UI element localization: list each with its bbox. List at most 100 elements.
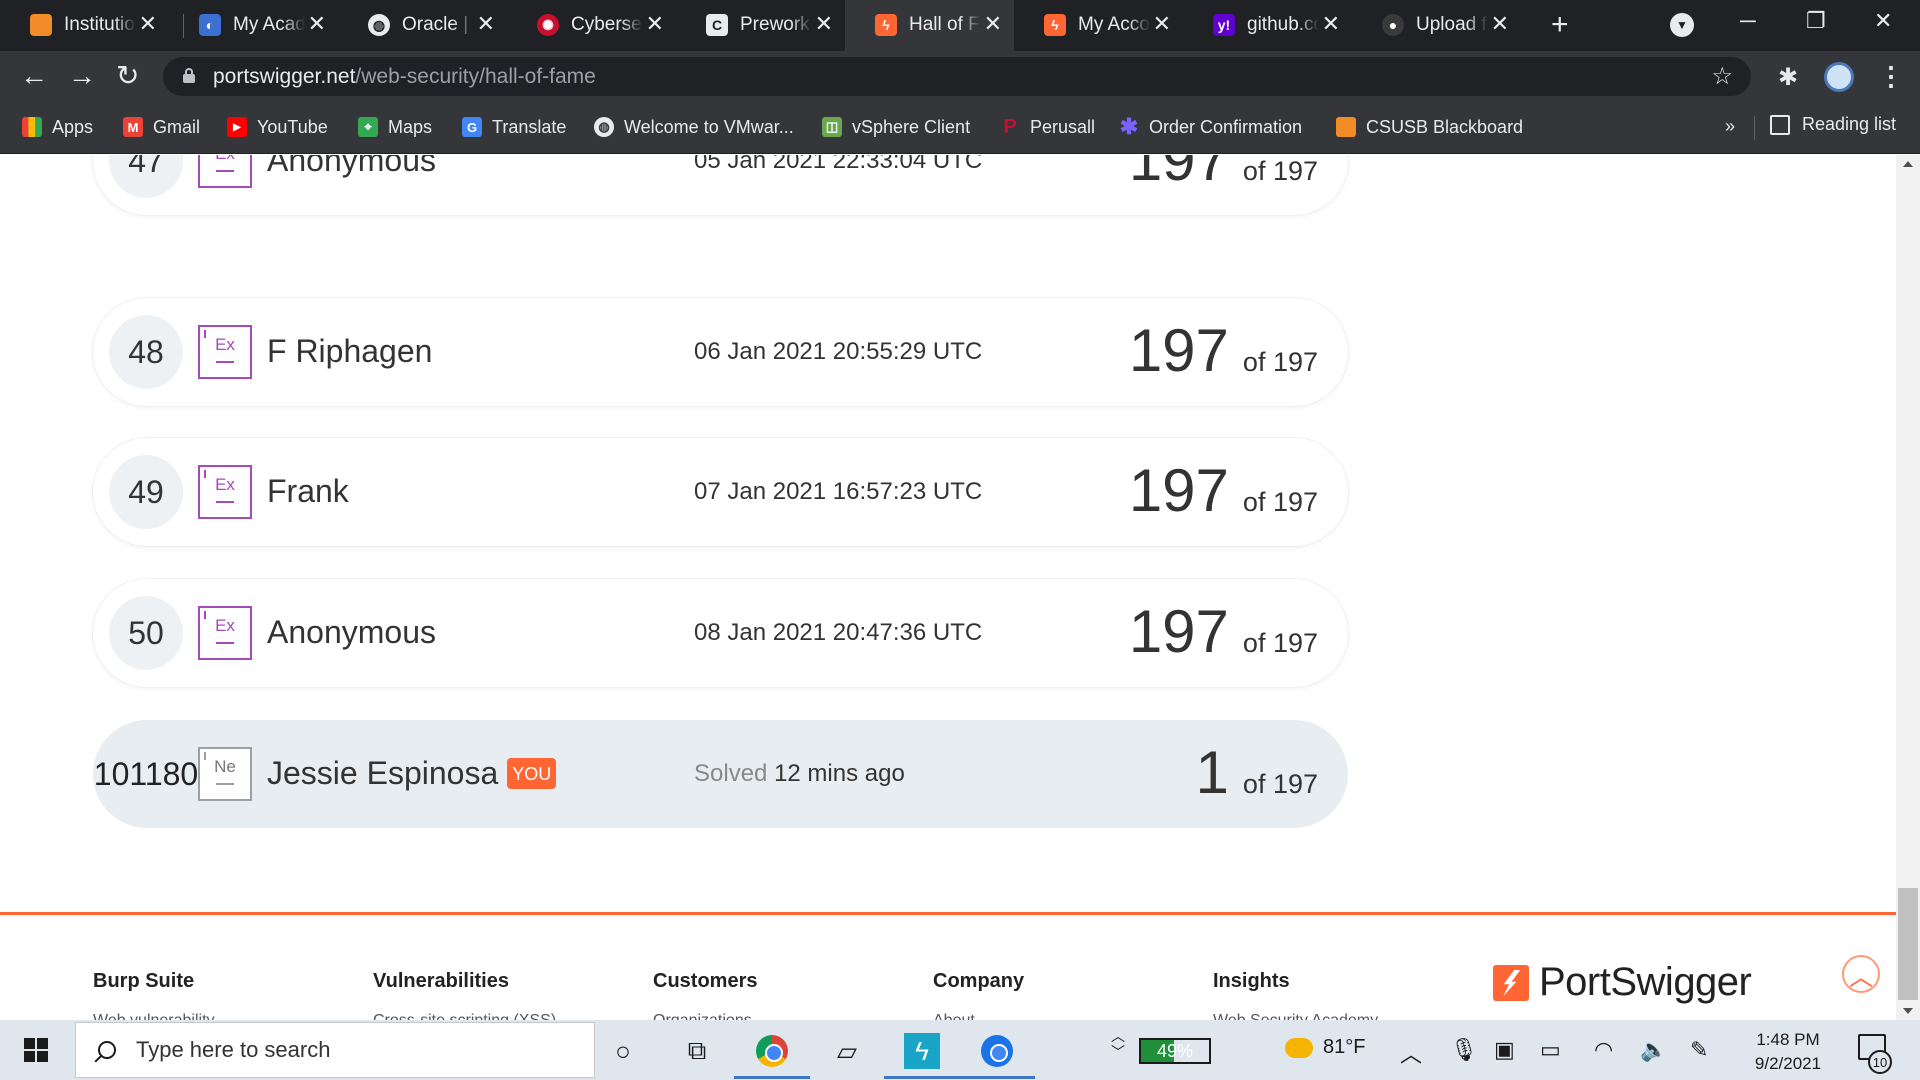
- reading-list-button[interactable]: Reading list: [1770, 114, 1896, 135]
- microphone-icon[interactable]: 🎙: [1450, 1037, 1478, 1063]
- window-close-icon[interactable]: ✕: [1874, 8, 1892, 34]
- close-icon[interactable]: ✕: [1153, 13, 1171, 35]
- app-bolt-icon[interactable]: ϟ: [904, 1033, 940, 1069]
- expert-badge-icon: Ex: [198, 465, 252, 519]
- bookmark-csusb-blackboard[interactable]: CSUSB Blackboard: [1336, 114, 1523, 140]
- perusall-icon: P: [1003, 115, 1017, 138]
- close-icon[interactable]: ✕: [1322, 13, 1340, 35]
- profile-avatar[interactable]: [1824, 62, 1854, 92]
- tab-prework[interactable]: C Prework ✕: [676, 0, 845, 51]
- minimize-icon[interactable]: ─: [1740, 8, 1756, 34]
- expert-badge-icon: Ex: [198, 325, 252, 379]
- footer-link[interactable]: Web Security Academy: [1213, 1012, 1378, 1020]
- tab-github-yahoo[interactable]: y! github.co ✕: [1183, 0, 1352, 51]
- bookmark-order-confirmation[interactable]: ✱ Order Confirmation: [1119, 114, 1302, 140]
- solved-time: Solved 12 mins ago: [694, 760, 905, 787]
- extensions-puzzle-icon[interactable]: ✱: [1778, 63, 1798, 92]
- rank-number: 47: [109, 155, 183, 198]
- address-bar[interactable]: portswigger.net/web-security/hall-of-fam…: [163, 57, 1751, 96]
- back-arrow-icon[interactable]: ←: [20, 61, 48, 91]
- tab-cybersec[interactable]: ✺ Cybersec ✕: [507, 0, 676, 51]
- portswigger-logo[interactable]: PortSwigger: [1493, 960, 1752, 1005]
- tab-label: Hall of Fa: [909, 14, 981, 35]
- battery-meter: 49%: [1139, 1038, 1211, 1064]
- tab-label: Institutio: [64, 14, 135, 35]
- leaderboard-row: 50 Ex Anonymous 08 Jan 2021 20:47:36 UTC…: [93, 579, 1348, 687]
- bookmark-perusall[interactable]: P Perusall: [1000, 114, 1095, 140]
- close-icon[interactable]: ✕: [477, 13, 495, 35]
- new-tab-button[interactable]: +: [1551, 10, 1569, 40]
- footer-link[interactable]: About: [933, 1012, 975, 1020]
- github-icon: ●: [1382, 14, 1404, 36]
- chrome-profile-icon[interactable]: [979, 1033, 1015, 1069]
- tab-my-academic[interactable]: ◐ My Acad ✕: [169, 0, 338, 51]
- wifi-icon[interactable]: ◠: [1594, 1037, 1613, 1063]
- tab-hall-of-fame[interactable]: ϟ Hall of Fa ✕: [845, 0, 1014, 51]
- task-view-icon[interactable]: ⧉: [679, 1033, 715, 1069]
- close-icon[interactable]: ✕: [646, 13, 664, 35]
- user-name: Anonymous: [267, 614, 436, 650]
- windows-start-icon[interactable]: [24, 1038, 48, 1062]
- tab-label: My Accou: [1078, 14, 1150, 35]
- bookmark-gmail[interactable]: M Gmail: [123, 114, 200, 140]
- tab-strip: Institutio ✕ ◐ My Acad ✕ ◍ Oracle | F ✕ …: [0, 0, 1920, 51]
- restore-icon[interactable]: ❐: [1806, 8, 1826, 34]
- bookmark-translate[interactable]: G Translate: [462, 114, 566, 140]
- page-scrollbar[interactable]: [1896, 155, 1920, 1020]
- weather-widget[interactable]: 81°F: [1285, 1036, 1365, 1059]
- battery-icon[interactable]: ▭: [1540, 1037, 1561, 1063]
- tab-label: Cybersec: [571, 14, 643, 35]
- apps-grid-icon: [22, 117, 42, 137]
- globe-icon: ◍: [594, 117, 614, 137]
- close-icon[interactable]: ✕: [1491, 13, 1509, 35]
- scroll-to-top-button[interactable]: ︿: [1842, 955, 1880, 993]
- close-icon[interactable]: ✕: [984, 13, 1002, 35]
- tab-search-icon[interactable]: ▼: [1670, 13, 1694, 37]
- close-icon[interactable]: ✕: [815, 13, 833, 35]
- search-icon: [98, 1041, 116, 1059]
- reload-icon[interactable]: ↻: [116, 61, 139, 91]
- scrollbar-thumb[interactable]: [1898, 888, 1918, 1000]
- current-user-row: 101180 Ne Jessie Espinosa YOU Solved 12 m…: [93, 720, 1348, 828]
- tab-institution[interactable]: Institutio ✕: [0, 0, 169, 51]
- footer-link[interactable]: Organizations: [653, 1012, 752, 1020]
- cortana-icon[interactable]: ○: [605, 1033, 641, 1069]
- notepad-icon[interactable]: ▱: [829, 1033, 865, 1069]
- rank-number: 101180: [93, 755, 199, 792]
- bookmarks-overflow-button[interactable]: »: [1725, 116, 1735, 137]
- bookmark-vmware[interactable]: ◍ Welcome to VMwar...: [594, 114, 794, 140]
- close-icon[interactable]: ✕: [139, 13, 157, 35]
- tab-my-account[interactable]: ϟ My Accou ✕: [1014, 0, 1183, 51]
- footer-link[interactable]: Cross-site scripting (XSS): [373, 1012, 556, 1020]
- cyber-icon: ✺: [537, 14, 559, 36]
- footer-heading-vulnerabilities: Vulnerabilities: [373, 970, 509, 992]
- tab-oracle[interactable]: ◍ Oracle | F ✕: [338, 0, 507, 51]
- user-name: F Riphagen: [267, 333, 433, 369]
- menu-kebab-icon[interactable]: ⋮: [1878, 61, 1904, 92]
- scroll-down-arrow-icon[interactable]: [1903, 1008, 1913, 1014]
- scroll-up-arrow-icon[interactable]: [1903, 161, 1913, 167]
- feather-icon: ◐: [199, 14, 221, 36]
- taskbar-search-box[interactable]: Type here to search: [75, 1022, 595, 1078]
- user-name: Frank: [267, 473, 349, 509]
- bookmark-star-icon[interactable]: ☆: [1711, 62, 1733, 91]
- tab-upload[interactable]: ● Upload fi ✕: [1352, 0, 1521, 51]
- close-icon[interactable]: ✕: [308, 13, 326, 35]
- chevron-updown-icon[interactable]: ︿ ﹀: [1111, 1028, 1125, 1060]
- show-hidden-icons-chevron-icon[interactable]: ︿: [1400, 1037, 1422, 1069]
- chrome-icon[interactable]: [754, 1033, 790, 1069]
- youtube-icon: ▶: [227, 117, 247, 137]
- bookmark-maps[interactable]: ⌖ Maps: [358, 114, 432, 140]
- user-name: Jessie Espinosa YOU: [267, 755, 557, 792]
- volume-icon[interactable]: 🔈: [1640, 1037, 1667, 1063]
- pen-icon[interactable]: ✎: [1690, 1037, 1708, 1063]
- bookmark-apps[interactable]: Apps: [22, 114, 93, 140]
- footer-link[interactable]: Web vulnerability: [93, 1012, 215, 1020]
- meet-now-icon[interactable]: ▣: [1494, 1037, 1515, 1063]
- bookmark-youtube[interactable]: ▶ YouTube: [227, 114, 328, 140]
- tab-label: Prework: [740, 14, 810, 35]
- bookmark-vsphere[interactable]: ◫ vSphere Client: [822, 114, 970, 140]
- lock-icon[interactable]: [183, 68, 195, 83]
- taskbar-clock[interactable]: 1:48 PM 9/2/2021: [1740, 1028, 1836, 1076]
- forward-arrow-icon[interactable]: →: [68, 61, 96, 91]
